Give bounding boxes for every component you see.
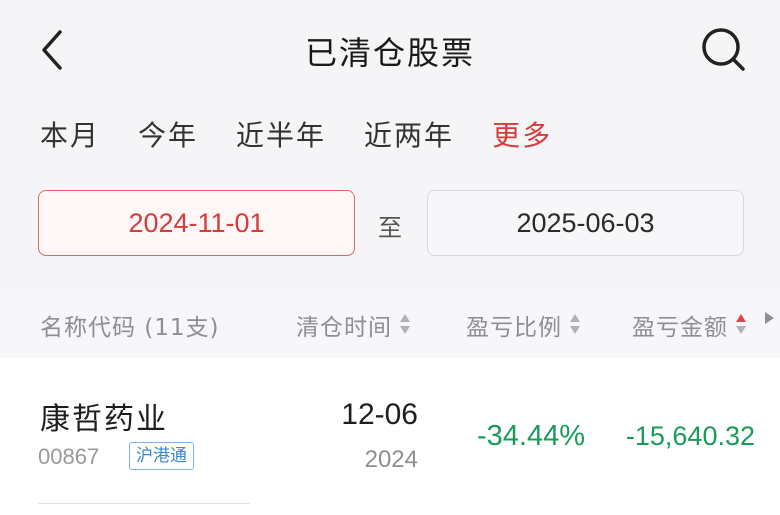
stock-name: 康哲药业 — [40, 402, 168, 437]
period-tabs: 本月 今年 近半年 近两年 更多 — [40, 112, 590, 160]
column-profit-amount[interactable]: 盈亏金额 — [632, 308, 746, 342]
tab-more[interactable]: 更多 — [492, 112, 552, 160]
column-amount-label: 盈亏金额 — [632, 315, 728, 341]
tab-two-years[interactable]: 近两年 — [364, 112, 454, 160]
column-ratio-label: 盈亏比例 — [466, 315, 562, 341]
date-separator: 至 — [378, 214, 402, 242]
sort-icon — [400, 314, 410, 336]
page-title: 已清仓股票 — [304, 34, 475, 72]
end-date-picker[interactable]: 2025-06-03 — [427, 190, 744, 256]
table-row[interactable]: 康哲药业 00867 沪港通 12-06 2024 -34.44% -15,64… — [0, 358, 780, 504]
tab-this-year[interactable]: 今年 — [138, 112, 198, 160]
tab-half-year[interactable]: 近半年 — [236, 112, 326, 160]
sort-icon — [570, 314, 580, 336]
row-divider — [38, 503, 250, 504]
clear-date: 12-06 — [341, 398, 418, 431]
start-date-picker[interactable]: 2024-11-01 — [38, 190, 355, 256]
search-icon[interactable] — [698, 24, 748, 74]
column-date-label: 清仓时间 — [296, 315, 392, 341]
stock-code: 00867 — [38, 444, 100, 469]
profit-ratio: -34.44% — [476, 420, 585, 452]
tab-this-month[interactable]: 本月 — [40, 112, 100, 160]
scroll-right-icon[interactable] — [765, 312, 774, 324]
sort-icon — [736, 314, 746, 336]
column-profit-ratio[interactable]: 盈亏比例 — [466, 308, 580, 342]
header: 已清仓股票 — [0, 0, 780, 100]
clear-year: 2024 — [364, 446, 418, 473]
column-header: 名称代码 (11支) 清仓时间 盈亏比例 盈亏金额 — [0, 288, 780, 358]
profit-amount: -15,640.32 — [625, 421, 755, 451]
column-clear-date[interactable]: 清仓时间 — [296, 308, 410, 342]
column-name-label: 名称代码 (11支) — [40, 315, 220, 341]
stock-list: 康哲药业 00867 沪港通 12-06 2024 -34.44% -15,64… — [0, 358, 780, 515]
market-tag: 沪港通 — [129, 442, 194, 470]
column-name-code: 名称代码 (11支) — [40, 308, 220, 342]
